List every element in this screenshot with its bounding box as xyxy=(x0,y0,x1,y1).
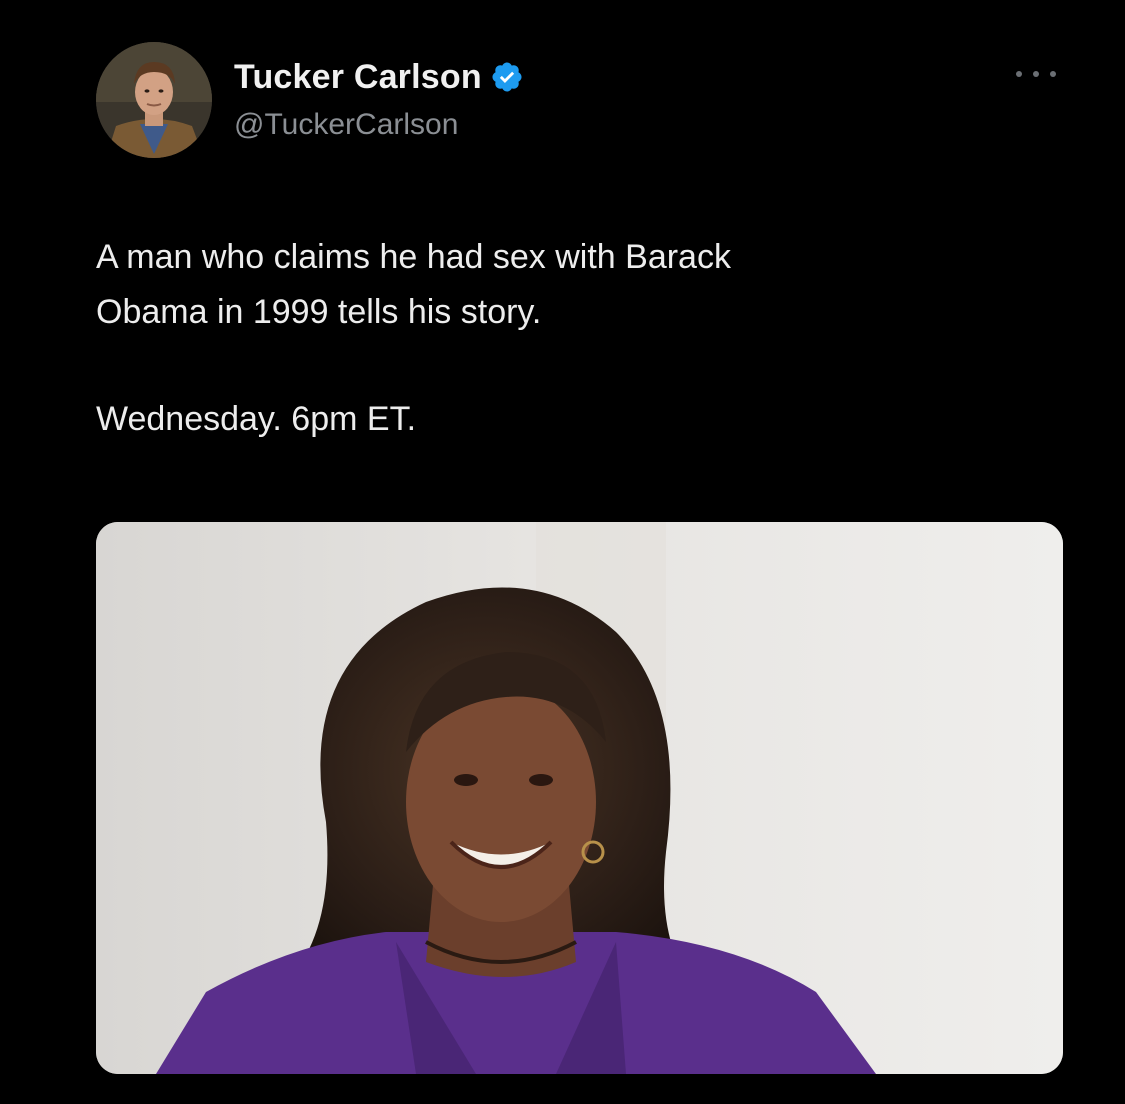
tweet-media-photo[interactable] xyxy=(96,522,1063,1074)
author-name-row: Tucker Carlson xyxy=(234,55,524,99)
author-handle[interactable]: @TuckerCarlson xyxy=(234,108,458,142)
avatar-image xyxy=(96,42,212,158)
photo-image xyxy=(96,522,1063,1074)
tweet-text-paragraph-1: A man who claims he had sex with Barack … xyxy=(96,238,731,331)
verified-badge-icon xyxy=(490,60,524,94)
tweet-text-paragraph-2: Wednesday. 6pm ET. xyxy=(96,400,417,438)
author-avatar[interactable] xyxy=(96,42,212,158)
author-name[interactable]: Tucker Carlson xyxy=(234,58,482,97)
tweet-card: Tucker Carlson @TuckerCarlson A man who … xyxy=(0,0,1125,1104)
more-options-icon[interactable] xyxy=(1016,66,1056,82)
tweet-body: A man who claims he had sex with Barack … xyxy=(96,230,1036,447)
